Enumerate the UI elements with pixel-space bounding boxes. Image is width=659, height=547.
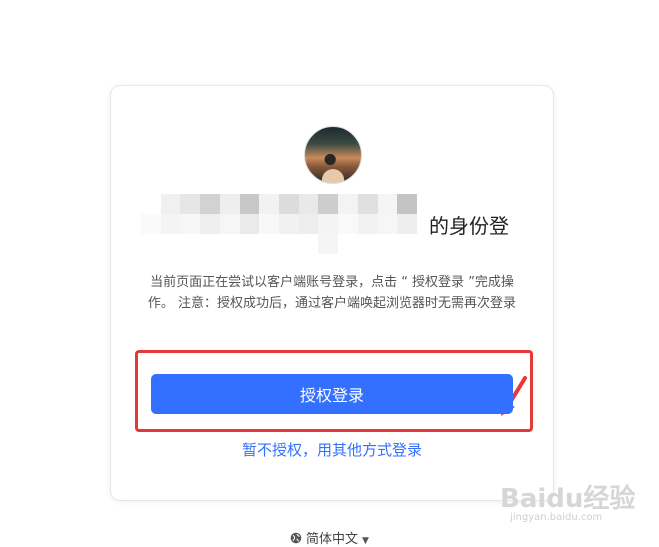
avatar — [304, 126, 362, 184]
identity-label: 的身份登 — [429, 214, 509, 238]
language-selector[interactable]: 简体中文 ▼ — [0, 528, 659, 547]
authorize-login-button[interactable]: 授权登录 — [151, 374, 513, 414]
watermark-brand: Baidu经验 — [500, 484, 636, 514]
identity-row: 的身份登 — [141, 194, 541, 254]
blurred-username — [141, 194, 417, 254]
baidu-watermark: Baidu经验 jingyan.baidu.com — [500, 478, 650, 528]
auth-description: 当前页面正在尝试以客户端账号登录，点击 “ 授权登录 ”完成操作。 注意：授权成… — [147, 275, 517, 311]
watermark-url: jingyan.baidu.com — [510, 512, 603, 523]
globe-icon — [290, 532, 302, 544]
auth-card: 的身份登 当前页面正在尝试以客户端账号登录，点击 “ 授权登录 ”完成操作。 注… — [110, 85, 554, 501]
alt-login-link[interactable]: 暂不授权，用其他方式登录 — [111, 439, 553, 460]
